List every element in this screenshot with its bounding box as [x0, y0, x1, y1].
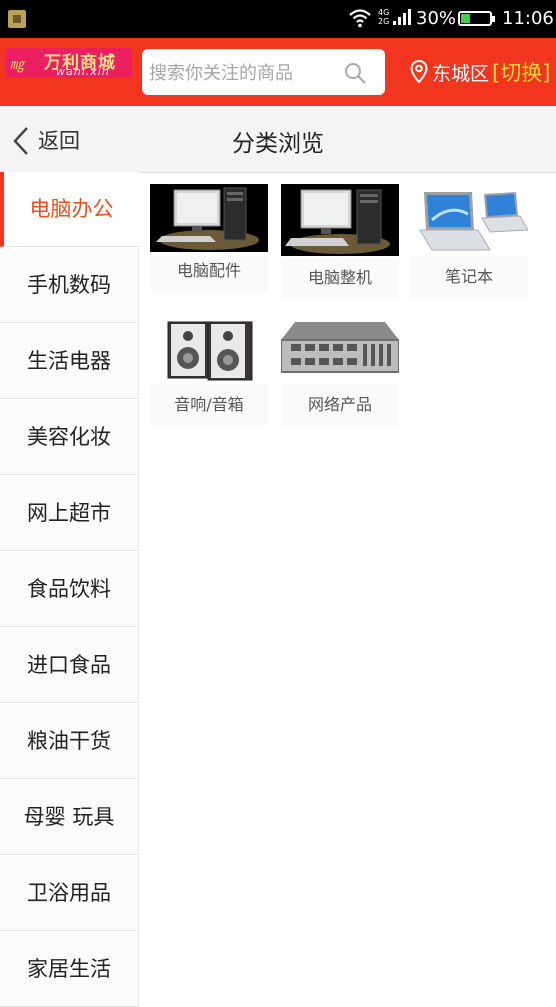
- sidebar-item-food-drinks[interactable]: 食品饮料: [0, 552, 139, 627]
- subcategory-item[interactable]: 电脑整机: [281, 184, 399, 298]
- search-icon[interactable]: [343, 61, 367, 85]
- subcategory-item[interactable]: 笔记本: [410, 184, 528, 298]
- subcategory-label: 电脑整机: [281, 258, 399, 298]
- subcategory-label: 电脑配件: [150, 256, 268, 292]
- subcategory-item[interactable]: 网络产品: [281, 318, 399, 430]
- category-sidebar: 电脑办公 手机数码 生活电器 美容化妆 网上超市 食品饮料 进口食品 粮油干货 …: [0, 172, 140, 1007]
- sidebar-item-mobile-digital[interactable]: 手机数码: [0, 248, 139, 323]
- page-title: 分类浏览: [0, 124, 556, 158]
- app-header: ㎎ 万利商城 wanl.xin 东城区 [切换]: [0, 38, 556, 106]
- sidebar-item-computer-office[interactable]: 电脑办公: [0, 172, 139, 247]
- desktop-computer-icon: [150, 184, 268, 252]
- sidebar-item-grain-oil[interactable]: 粮油干货: [0, 704, 139, 779]
- sidebar-item-imported-food[interactable]: 进口食品: [0, 628, 139, 703]
- battery-icon: [458, 11, 495, 26]
- sidebar-item-supermarket[interactable]: 网上超市: [0, 476, 139, 551]
- nav-bar: 返回 分类浏览: [0, 106, 556, 173]
- speaker-icon: [150, 318, 268, 390]
- location-pin-icon: [410, 60, 428, 84]
- subcategory-item[interactable]: 音响/音箱: [150, 318, 268, 430]
- logo[interactable]: ㎎ 万利商城 wanl.xin: [6, 48, 132, 78]
- network-type-label: 4G 2G: [378, 8, 390, 26]
- sidebar-item-beauty[interactable]: 美容化妆: [0, 400, 139, 475]
- laptop-icon: [410, 184, 528, 256]
- desktop-computer-icon: [281, 184, 399, 256]
- subcategory-label: 网络产品: [281, 384, 399, 426]
- subcategory-label: 笔记本: [410, 256, 528, 298]
- subcategory-label: 音响/音箱: [150, 384, 268, 426]
- battery-percent: 30%: [416, 8, 457, 29]
- sidebar-item-baby-toys[interactable]: 母婴 玩具: [0, 780, 139, 855]
- sidebar-item-home-living[interactable]: 家居生活: [0, 932, 139, 1007]
- sidebar-item-bathroom[interactable]: 卫浴用品: [0, 856, 139, 931]
- logo-mark-icon: ㎎: [10, 57, 24, 73]
- network-switch-icon: [281, 318, 399, 390]
- search-box[interactable]: [142, 49, 385, 97]
- page-title-text: 分类浏览: [232, 131, 324, 157]
- signal-icon: [393, 9, 411, 25]
- status-bar: 4G 2G 30% 11:06: [0, 0, 556, 38]
- logo-subtitle: wanl.xin: [56, 65, 110, 78]
- subcategory-item[interactable]: 电脑配件: [150, 184, 268, 296]
- location-name: 东城区: [432, 63, 490, 85]
- wifi-icon: [349, 9, 371, 28]
- switch-location-link[interactable]: [切换]: [492, 57, 550, 87]
- clock: 11:06: [502, 8, 554, 29]
- app-notification-icon: [8, 10, 26, 28]
- search-input[interactable]: [147, 49, 341, 97]
- sidebar-item-home-appliances[interactable]: 生活电器: [0, 324, 139, 399]
